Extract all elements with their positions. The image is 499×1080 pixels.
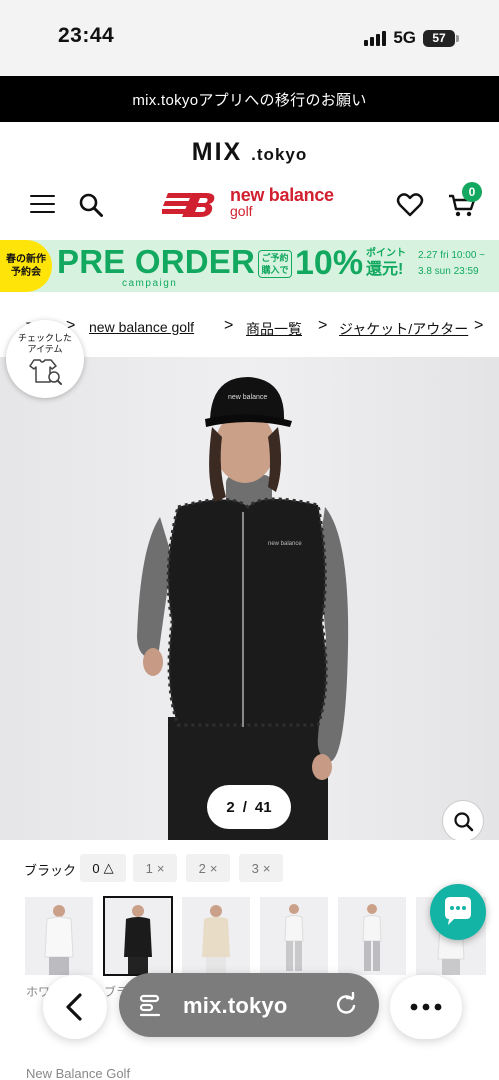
banner-date-end: 3.8 sun 23:59	[418, 266, 479, 277]
search-icon[interactable]	[78, 192, 104, 218]
banner-percent: 10%	[295, 244, 364, 282]
back-button[interactable]	[43, 975, 107, 1039]
thumbnail-photo	[338, 897, 406, 975]
status-indicators: 5G 57	[364, 28, 459, 48]
chat-bubble-icon	[445, 897, 471, 925]
stock-mark: ×	[156, 860, 165, 876]
thumbnail-photo	[25, 897, 93, 975]
address-bar[interactable]: mix.tokyo	[119, 973, 379, 1037]
banner-reserve-line1: ご予約	[261, 253, 289, 263]
zoom-search-icon	[454, 812, 474, 832]
more-options-button[interactable]	[390, 975, 462, 1039]
banner-reserve-box: ご予約 購入で	[258, 250, 292, 278]
checked-items-button[interactable]: チェックした アイテム	[6, 320, 84, 398]
thumbnail-photo	[260, 897, 328, 975]
signal-icon	[364, 30, 387, 46]
banner-tag-line2: 予約会	[11, 267, 41, 278]
breadcrumb-brand[interactable]: new balance golf	[89, 319, 194, 335]
stock-mark: △	[103, 860, 114, 875]
status-bar: 23:44 5G 57	[0, 0, 499, 76]
page-settings-icon	[139, 994, 161, 1017]
thumbnail-image[interactable]	[182, 897, 250, 975]
menu-icon[interactable]	[30, 195, 55, 215]
chat-button[interactable]	[430, 884, 486, 940]
mix-logo-sub: .tokyo	[251, 145, 308, 164]
variant-row: ブラック 0 △ 1 × 2 × 3 ×	[0, 852, 499, 886]
stock-mark: ×	[262, 860, 271, 876]
product-main-image[interactable]: new balance new balance 2 / 41	[0, 357, 499, 840]
size-chip[interactable]: 3 ×	[239, 854, 283, 882]
banner-tag: 春の新作 予約会	[0, 240, 52, 292]
size-chip[interactable]: 2 ×	[186, 854, 230, 882]
favorites-heart-icon[interactable]	[396, 192, 424, 218]
breadcrumb-separator: >	[474, 317, 484, 334]
mix-tokyo-logo[interactable]: MIX .tokyo	[0, 138, 499, 167]
pre-order-banner[interactable]: 春の新作 予約会 PRE ORDER campaign ご予約 購入で 10% …	[0, 240, 499, 292]
thumbnail-image[interactable]	[260, 897, 328, 975]
page: 23:44 5G 57 mix.tokyoアプリへの移行のお願い MIX .to…	[0, 0, 499, 1080]
banner-dates: 2.27 fri 10:00 ~ 3.8 sun 23:59	[418, 248, 485, 280]
thumbnail-image-selected[interactable]	[103, 896, 173, 976]
image-counter-current: 2	[226, 798, 235, 816]
banner-date-start: 2.27 fri 10:00 ~	[418, 250, 485, 261]
mix-logo-text: MIX	[191, 138, 243, 166]
browser-toolbar: mix.tokyo	[0, 965, 499, 1045]
site-header: MIX .tokyo new balance golf 0	[0, 122, 499, 240]
cart-count-badge: 0	[462, 182, 482, 202]
thumbnail-image[interactable]	[338, 897, 406, 975]
image-counter-total: 41	[254, 798, 272, 816]
size-chip[interactable]: 1 ×	[133, 854, 177, 882]
zoom-button[interactable]	[442, 800, 484, 840]
brand-logo-sub: golf	[230, 203, 253, 219]
checked-items-label-line1: チェックした	[17, 333, 72, 343]
shirt-search-icon	[29, 359, 62, 385]
nb-mark-icon	[162, 193, 215, 217]
size-label: 0	[92, 860, 100, 876]
thumbnail-image[interactable]	[25, 897, 93, 975]
breadcrumb-separator: >	[318, 317, 328, 334]
status-time: 23:44	[58, 24, 115, 47]
thumbnail-photo	[104, 897, 172, 975]
svg-text:new balance: new balance	[228, 394, 267, 401]
brand-name: New Balance Golf	[26, 1066, 131, 1080]
breadcrumb-separator: >	[224, 317, 234, 334]
chevron-left-icon	[66, 993, 82, 1021]
banner-campaign: campaign	[122, 278, 178, 289]
image-counter-separator: /	[242, 798, 247, 816]
size-label: 1	[145, 860, 153, 876]
checked-items-label: チェックした アイテム	[6, 333, 84, 355]
network-type: 5G	[393, 28, 416, 47]
stock-mark: ×	[209, 860, 218, 876]
battery-icon: 57	[423, 29, 459, 47]
breadcrumb-product-list[interactable]: 商品一覧	[246, 319, 302, 339]
image-counter: 2 / 41	[207, 785, 291, 829]
reload-icon[interactable]	[333, 992, 359, 1018]
url-text: mix.tokyo	[183, 993, 288, 1018]
size-label: 2	[198, 860, 206, 876]
product-photo: new balance new balance	[0, 357, 499, 840]
banner-tag-line1: 春の新作	[6, 254, 46, 265]
more-dots-icon	[410, 1003, 442, 1011]
color-label: ブラック	[24, 863, 77, 878]
checked-items-label-line2: アイテム	[27, 344, 63, 354]
banner-reserve-line2: 購入で	[261, 265, 289, 275]
app-migration-notice[interactable]: mix.tokyoアプリへの移行のお願い	[0, 76, 499, 122]
banner-title: PRE ORDER	[57, 243, 255, 280]
banner-point-label: ポイント	[366, 248, 406, 259]
breadcrumb-category[interactable]: ジャケット/アウター	[339, 319, 468, 339]
banner-point-reward: 還元!	[366, 261, 404, 278]
size-chip[interactable]: 0 △	[80, 854, 126, 882]
brand-logo-text: new balance	[230, 185, 334, 205]
svg-text:new balance: new balance	[268, 541, 302, 547]
size-label: 3	[251, 860, 259, 876]
thumbnail-photo	[182, 897, 250, 975]
new-balance-golf-logo[interactable]: new balance golf	[162, 184, 342, 224]
